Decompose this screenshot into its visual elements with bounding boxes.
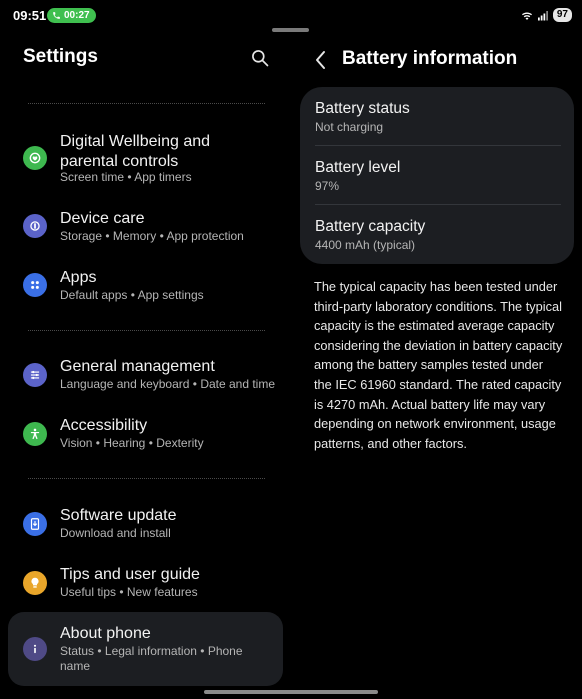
battery-level-badge: 97 <box>552 8 572 22</box>
row-label: Battery status <box>315 100 410 117</box>
battery-info-card: Battery status Not charging Battery leve… <box>300 87 574 264</box>
settings-item-about-phone[interactable]: About phone Status • Legal information •… <box>8 612 283 686</box>
settings-item-tips[interactable]: Tips and user guide Useful tips • New fe… <box>8 565 283 607</box>
item-subtitle: Screen time • App timers <box>60 170 192 184</box>
signal-icon <box>537 10 548 20</box>
row-value: Not charging <box>315 120 384 134</box>
section-divider <box>28 478 265 479</box>
row-value: 97% <box>315 179 340 193</box>
item-subtitle: Vision • Hearing • Dexterity <box>60 436 204 450</box>
ongoing-call-pill[interactable]: 00:27 <box>47 8 96 23</box>
item-subtitle: Useful tips • New features <box>60 585 198 599</box>
item-title: Digital Wellbeing and parental controls <box>60 133 211 170</box>
settings-item-apps[interactable]: Apps Default apps • App settings <box>8 268 283 310</box>
row-label: Battery level <box>315 159 401 176</box>
item-subtitle: Default apps • App settings <box>60 288 204 302</box>
general-management-icon <box>23 363 47 387</box>
tips-icon <box>23 571 47 595</box>
row-divider <box>315 145 561 146</box>
battery-capacity-description: The typical capacity has been tested und… <box>314 279 563 451</box>
item-title: Accessibility <box>60 417 148 434</box>
item-title: General management <box>60 358 215 375</box>
settings-item-general-management[interactable]: General management Language and keyboard… <box>8 357 283 399</box>
phone-icon <box>53 12 60 19</box>
navigation-gesture-bar[interactable] <box>204 690 378 694</box>
row-value: 4400 mAh (typical) <box>315 238 416 252</box>
item-subtitle: Language and keyboard • Date and time <box>60 377 276 391</box>
section-divider <box>28 103 265 104</box>
status-time: 09:51 <box>13 8 47 23</box>
settings-item-accessibility[interactable]: Accessibility Vision • Hearing • Dexteri… <box>8 416 283 458</box>
status-icons: 97 <box>521 8 572 22</box>
battery-info-title: Battery information <box>342 48 518 69</box>
item-subtitle: Storage • Memory • App protection <box>60 229 244 243</box>
row-label: Battery capacity <box>315 218 426 235</box>
back-arrow-icon[interactable] <box>313 50 329 70</box>
battery-level-row[interactable]: Battery level 97% <box>315 158 561 194</box>
digital-wellbeing-icon <box>23 146 47 170</box>
item-title: Software update <box>60 507 177 524</box>
software-update-icon <box>23 512 47 536</box>
settings-item-software-update[interactable]: Software update Download and install <box>8 506 283 548</box>
battery-status-row[interactable]: Battery status Not charging <box>315 99 561 135</box>
item-title: About phone <box>60 625 151 642</box>
status-bar: 09:51 00:27 97 <box>0 0 582 30</box>
accessibility-icon <box>23 422 47 446</box>
call-duration: 00:27 <box>64 10 90 21</box>
split-view-handle[interactable] <box>272 28 309 32</box>
item-subtitle: Download and install <box>60 526 171 540</box>
about-phone-icon <box>23 637 47 661</box>
section-divider <box>28 330 265 331</box>
device-care-icon <box>23 214 47 238</box>
item-title: Device care <box>60 210 145 227</box>
settings-item-digital-wellbeing[interactable]: Digital Wellbeing and parental controls … <box>8 130 283 192</box>
item-subtitle: Status • Legal information • Phone name <box>60 644 243 673</box>
item-title: Tips and user guide <box>60 566 200 583</box>
settings-item-device-care[interactable]: Device care Storage • Memory • App prote… <box>8 209 283 251</box>
row-divider <box>315 204 561 205</box>
item-title: Apps <box>60 269 97 286</box>
page-title: Settings <box>23 46 98 67</box>
search-icon[interactable] <box>250 48 270 68</box>
apps-icon <box>23 273 47 297</box>
battery-capacity-row[interactable]: Battery capacity 4400 mAh (typical) <box>315 217 561 253</box>
wifi-icon <box>521 11 532 20</box>
